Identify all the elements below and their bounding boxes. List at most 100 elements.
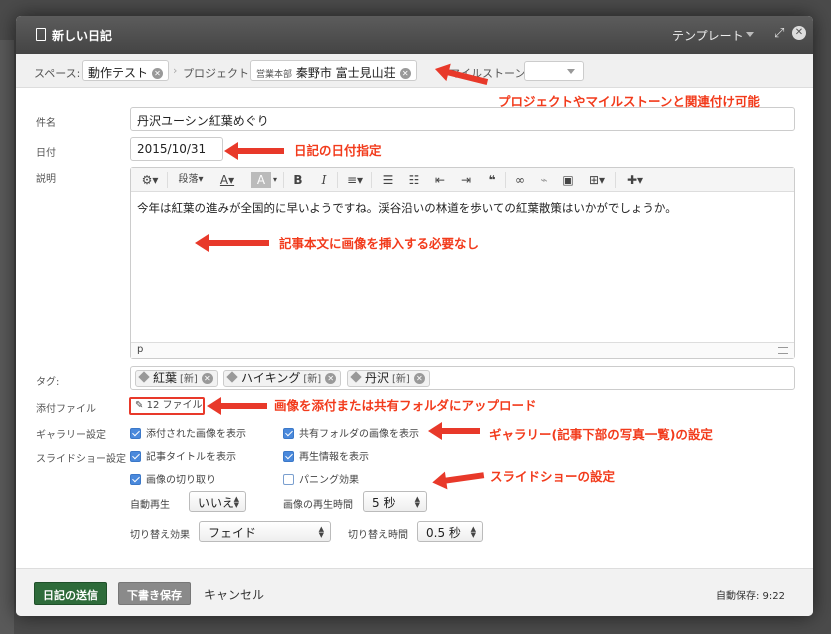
checkbox-label: 記事タイトルを表示 [146,452,236,463]
chevron-down-icon [746,32,754,37]
slideshow-show-title-checkbox[interactable]: 記事タイトルを表示 [130,448,236,463]
italic-icon[interactable]: I [317,172,331,188]
bold-icon[interactable]: B [291,172,305,188]
annotation-arrow [428,422,480,440]
table-icon[interactable]: ⊞▾ [587,172,607,188]
space-value: 動作テスト [88,66,149,80]
remove-icon[interactable]: ✕ [325,373,337,384]
paragraph-dropdown[interactable]: 段落▾ [173,172,209,188]
paragraph-label: 段落 [178,174,199,185]
paperclip-icon: ✎ [135,400,144,411]
select-arrows-icon: ▲ ▼ [318,525,324,539]
annotation-project-link: プロジェクトやマイルストーンと関連付け可能 [498,94,760,109]
checkbox[interactable] [130,428,141,439]
chevron-right-icon: › [173,64,178,77]
breadcrumb: スペース: 動作テスト✕ › プロジェクト 営業本部 秦野市 富士見山荘✕ › … [16,54,813,88]
gallery-show-shared-checkbox[interactable]: 共有フォルダの画像を表示 [283,425,419,440]
template-menu[interactable]: テンプレート [672,27,744,44]
link-icon[interactable]: ∞ [513,172,527,188]
document-icon [36,28,46,41]
attach-files-button[interactable]: ✎ 12 ファイル [129,397,205,415]
annotation-arrow [207,397,267,415]
autoplay-label: 自動再生 [130,500,170,511]
tag-new-badge: [新] [392,374,410,385]
submit-button[interactable]: 日記の送信 [34,582,107,605]
effect-select[interactable]: フェイド ▲ ▼ [199,521,331,542]
project-chip[interactable]: 営業本部 秦野市 富士見山荘 ✕ [250,60,417,81]
remove-icon[interactable]: ✕ [201,373,213,384]
cancel-button[interactable]: キャンセル [204,586,264,603]
slideshow-panning-checkbox[interactable]: パニング効果 [283,471,359,486]
effect-label: 切り替え効果 [130,530,190,541]
switch-time-select[interactable]: 0.5 秒 ▲ ▼ [417,521,483,542]
slideshow-show-info-checkbox[interactable]: 再生情報を表示 [283,448,369,463]
divider [371,172,372,188]
plugin-icon[interactable]: ✚▾ [623,172,647,188]
annotation-arrow [224,142,284,160]
tag-chip[interactable]: 紅葉 [新] ✕ [135,370,218,387]
subject-input[interactable]: 丹沢ユーシン紅葉めぐり [130,107,795,131]
subject-label: 件名 [36,118,56,129]
tag-icon [138,371,150,383]
background-color-icon[interactable]: A [251,172,271,188]
select-value: フェイド [208,526,257,540]
tags-label: タグ: [36,377,60,388]
checkbox-label: 共有フォルダの画像を表示 [299,429,419,440]
milestone-select[interactable] [524,61,584,81]
divider [505,172,506,188]
numbered-list-icon[interactable]: ☷ [407,172,421,188]
checkbox-label: パニング効果 [299,475,359,486]
indent-icon[interactable]: ⇥ [459,172,473,188]
space-chip[interactable]: 動作テスト ✕ [82,60,170,81]
settings-icon[interactable]: ⚙▾ [139,172,161,188]
unlink-icon[interactable]: ⌁ [537,172,551,188]
remove-icon[interactable]: ✕ [413,373,425,384]
divider [337,172,338,188]
checkbox-label: 添付された画像を表示 [146,429,246,440]
editor-body-text[interactable]: 今年は紅葉の進みが全国的に早いようですね。渓谷沿いの林道を歩いての紅葉散策はいか… [137,200,677,216]
select-arrows-icon: ▲ ▼ [470,525,476,539]
checkbox[interactable] [130,451,141,462]
save-draft-button[interactable]: 下書き保存 [118,582,191,605]
checkbox[interactable] [283,474,294,485]
quote-icon[interactable]: ❝ [485,172,499,188]
checkbox[interactable] [283,451,294,462]
checkbox[interactable] [283,428,294,439]
dialog-title: 新しい日記 [52,29,113,43]
space-label: スペース: [34,67,81,80]
tag-icon [226,371,238,383]
remove-icon[interactable]: ✕ [399,68,411,79]
close-icon[interactable]: ✕ [792,26,806,40]
checkbox[interactable] [130,474,141,485]
annotation-gallery: ギャラリー(記事下部の写真一覧)の設定 [489,427,713,442]
font-color-icon[interactable]: A▾ [217,172,237,188]
annotation-date: 日記の日付指定 [294,143,382,158]
tag-chip[interactable]: ハイキング [新] ✕ [223,370,342,387]
tags-input[interactable]: 紅葉 [新] ✕ ハイキング [新] ✕ 丹沢 [新] ✕ [130,366,795,390]
chevron-down-icon[interactable]: ▾ [271,172,279,188]
tag-new-badge: [新] [180,374,198,385]
align-icon[interactable]: ≡▾ [345,172,365,188]
attach-count: 12 ファイル [146,400,203,411]
expand-icon[interactable]: ⤢ [774,26,784,41]
gallery-show-attached-checkbox[interactable]: 添付された画像を表示 [130,425,246,440]
select-value: いいえ [198,496,235,510]
bullet-list-icon[interactable]: ☰ [381,172,395,188]
autoplay-select[interactable]: いいえ ▲ ▼ [189,491,246,512]
switch-time-label: 切り替え時間 [348,530,408,541]
select-arrows-icon: ▲ ▼ [414,495,420,509]
divider [283,172,284,188]
outdent-icon[interactable]: ⇤ [433,172,447,188]
remove-icon[interactable]: ✕ [152,68,164,79]
image-icon[interactable]: ▣ [561,172,575,188]
duration-select[interactable]: 5 秒 ▲ ▼ [363,491,427,512]
date-input[interactable]: 2015/10/31 [130,137,223,161]
slideshow-crop-checkbox[interactable]: 画像の切り取り [130,471,216,486]
resize-handle-icon[interactable] [778,347,788,354]
divider [167,172,168,188]
annotation-attach: 画像を添付または共有フォルダにアップロード [274,398,537,413]
tag-chip[interactable]: 丹沢 [新] ✕ [347,370,430,387]
tag-icon [350,371,362,383]
rich-text-editor[interactable]: ⚙▾ 段落▾ A▾ A ▾ B I ≡▾ ☰ ☷ ⇤ ⇥ ❝ ∞ ⌁ ▣ ⊞▾ … [130,167,795,359]
body-label: 説明 [36,174,56,185]
